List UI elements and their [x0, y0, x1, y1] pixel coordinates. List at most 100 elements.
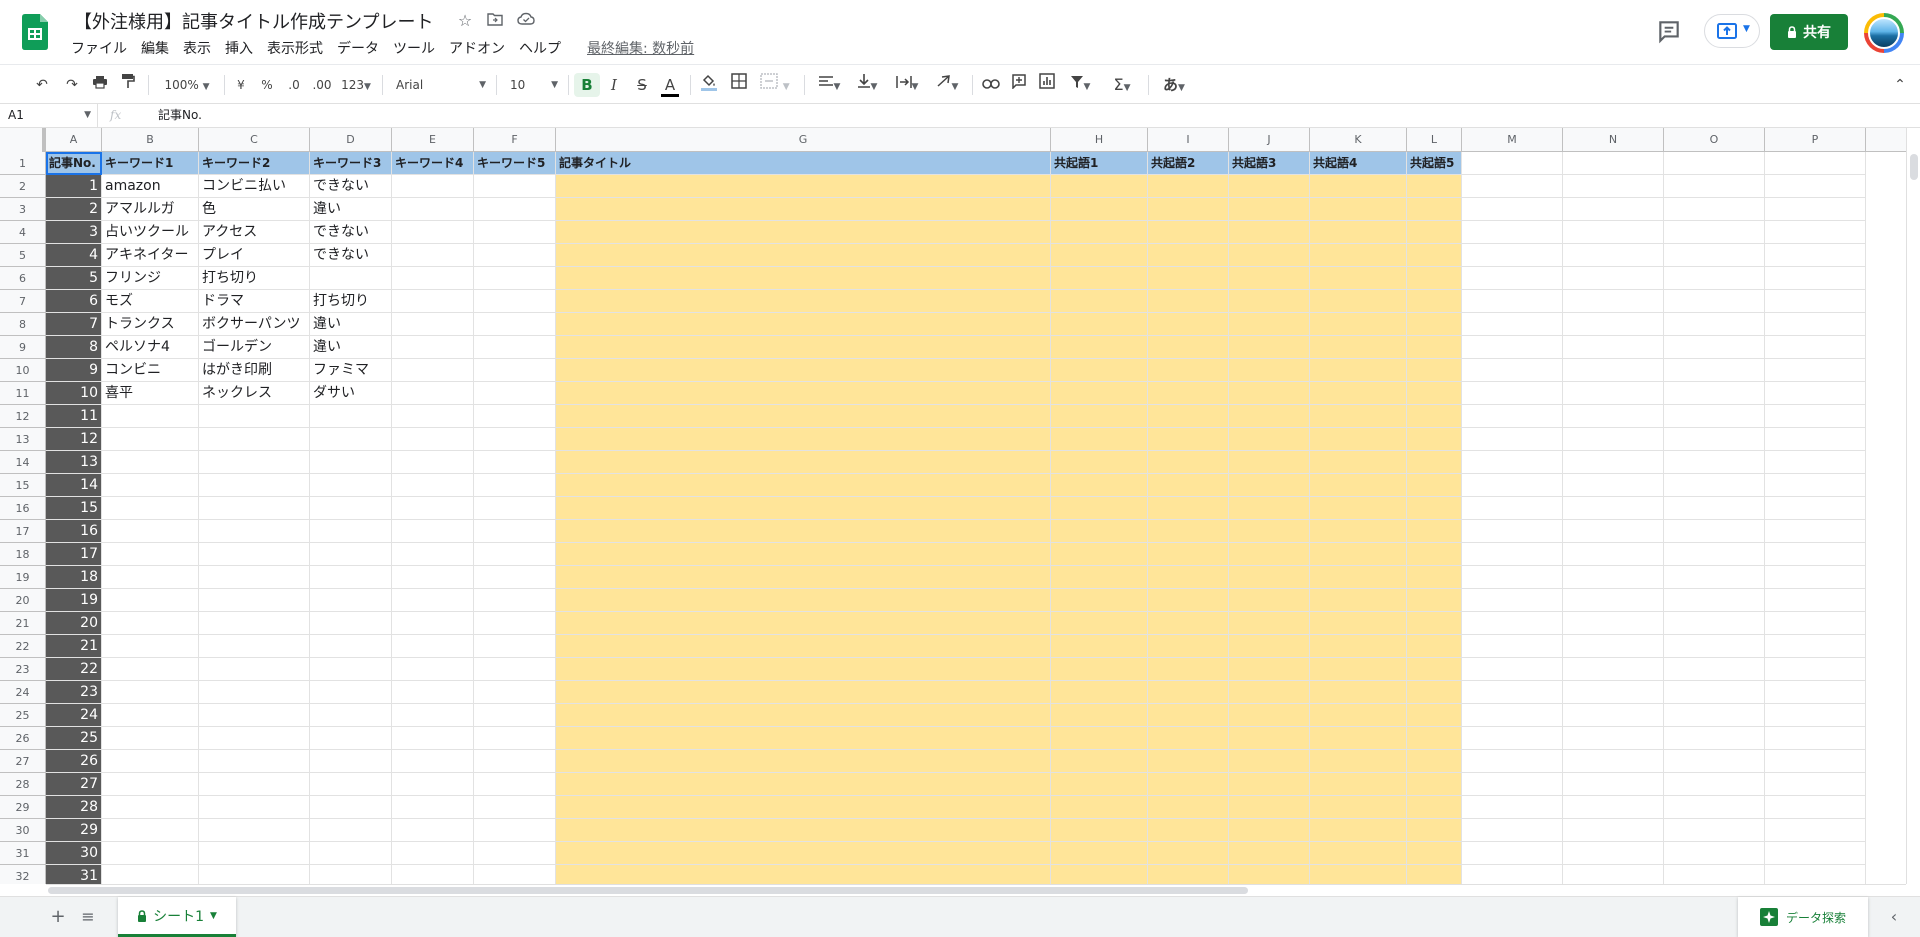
grid-cell[interactable] [474, 819, 556, 842]
grid-cell[interactable] [1664, 865, 1765, 884]
grid-cell[interactable] [392, 336, 474, 359]
row-header[interactable]: 30 [0, 819, 46, 842]
grid-cell[interactable] [474, 520, 556, 543]
keyword-cell[interactable] [102, 497, 199, 520]
grid-cell[interactable] [392, 221, 474, 244]
article-title-cell[interactable] [556, 405, 1051, 428]
keyword-cell[interactable] [310, 589, 392, 612]
keyword-cell[interactable] [199, 520, 310, 543]
column-header-i[interactable]: I [1148, 128, 1229, 152]
present-button[interactable]: ▼ [1704, 14, 1760, 48]
article-title-cell[interactable] [556, 842, 1051, 865]
percent-format-button[interactable]: % [258, 73, 276, 97]
grid-cell[interactable] [392, 589, 474, 612]
grid-cell[interactable] [1664, 359, 1765, 382]
grid-cell[interactable] [1563, 405, 1664, 428]
row-header[interactable]: 21 [0, 612, 46, 635]
row-header[interactable]: 23 [0, 658, 46, 681]
cooccurrence-cell[interactable] [1310, 290, 1407, 313]
increase-decimal-button[interactable]: .00 [308, 73, 336, 97]
grid-cell[interactable] [1563, 359, 1664, 382]
cooccurrence-cell[interactable] [1407, 382, 1462, 405]
row-header[interactable]: 6 [0, 267, 46, 290]
header-cell[interactable]: 記事No. [46, 152, 102, 175]
grid-cell[interactable] [1664, 704, 1765, 727]
cooccurrence-cell[interactable] [1310, 543, 1407, 566]
cooccurrence-cell[interactable] [1148, 727, 1229, 750]
grid-cell[interactable] [1664, 336, 1765, 359]
grid-cell[interactable] [474, 244, 556, 267]
row-header[interactable]: 22 [0, 635, 46, 658]
keyword-cell[interactable]: フリンジ [102, 267, 199, 290]
grid-cell[interactable] [474, 290, 556, 313]
grid-cell[interactable] [1664, 405, 1765, 428]
keyword-cell[interactable] [102, 658, 199, 681]
article-title-cell[interactable] [556, 428, 1051, 451]
grid-cell[interactable] [1765, 221, 1866, 244]
row-header[interactable]: 14 [0, 451, 46, 474]
keyword-cell[interactable] [199, 405, 310, 428]
header-cell[interactable]: 記事タイトル [556, 152, 1051, 175]
cooccurrence-cell[interactable] [1051, 543, 1148, 566]
article-title-cell[interactable] [556, 612, 1051, 635]
cooccurrence-cell[interactable] [1051, 175, 1148, 198]
sheets-logo-icon[interactable] [22, 14, 48, 50]
italic-button[interactable]: I [602, 73, 626, 97]
cooccurrence-cell[interactable] [1051, 244, 1148, 267]
grid-cell[interactable] [1462, 704, 1563, 727]
cooccurrence-cell[interactable] [1229, 773, 1310, 796]
grid-cell[interactable] [1664, 796, 1765, 819]
cooccurrence-cell[interactable] [1229, 359, 1310, 382]
keyword-cell[interactable] [310, 474, 392, 497]
grid-cell[interactable] [1462, 635, 1563, 658]
grid-cell[interactable] [1563, 244, 1664, 267]
strikethrough-button[interactable]: S [630, 73, 654, 97]
keyword-cell[interactable] [310, 267, 392, 290]
cooccurrence-cell[interactable] [1310, 244, 1407, 267]
grid-cell[interactable] [392, 405, 474, 428]
cooccurrence-cell[interactable] [1310, 175, 1407, 198]
grid-cell[interactable] [1765, 842, 1866, 865]
row-header[interactable]: 29 [0, 796, 46, 819]
grid-cell[interactable] [1664, 175, 1765, 198]
grid-cell[interactable] [474, 589, 556, 612]
keyword-cell[interactable] [102, 520, 199, 543]
grid-cell[interactable] [1765, 589, 1866, 612]
column-header-p[interactable]: P [1765, 128, 1866, 152]
cooccurrence-cell[interactable] [1051, 865, 1148, 884]
keyword-cell[interactable] [199, 865, 310, 884]
article-title-cell[interactable] [556, 451, 1051, 474]
grid-cell[interactable] [474, 681, 556, 704]
grid-cell[interactable] [1765, 520, 1866, 543]
cooccurrence-cell[interactable] [1229, 842, 1310, 865]
grid-cell[interactable] [392, 267, 474, 290]
grid-cell[interactable] [392, 543, 474, 566]
column-header-o[interactable]: O [1664, 128, 1765, 152]
cloud-saved-icon[interactable] [515, 10, 537, 32]
header-cell[interactable]: キーワード3 [310, 152, 392, 175]
grid-cell[interactable] [1563, 290, 1664, 313]
cooccurrence-cell[interactable] [1229, 451, 1310, 474]
cooccurrence-cell[interactable] [1407, 681, 1462, 704]
keyword-cell[interactable]: トランクス [102, 313, 199, 336]
grid-cell[interactable] [1765, 796, 1866, 819]
grid-cell[interactable] [392, 865, 474, 884]
bold-button[interactable]: B [574, 73, 600, 97]
grid-cell[interactable] [1563, 198, 1664, 221]
grid-cell[interactable] [474, 842, 556, 865]
keyword-cell[interactable] [102, 635, 199, 658]
cooccurrence-cell[interactable] [1051, 474, 1148, 497]
cooccurrence-cell[interactable] [1051, 221, 1148, 244]
keyword-cell[interactable] [199, 819, 310, 842]
article-number-cell[interactable]: 5 [46, 267, 102, 290]
grid-cell[interactable] [1664, 267, 1765, 290]
cooccurrence-cell[interactable] [1407, 865, 1462, 884]
row-header[interactable]: 11 [0, 382, 46, 405]
keyword-cell[interactable] [102, 865, 199, 884]
grid-cell[interactable] [474, 451, 556, 474]
keyword-cell[interactable]: 打ち切り [199, 267, 310, 290]
header-cell[interactable]: キーワード2 [199, 152, 310, 175]
cooccurrence-cell[interactable] [1310, 750, 1407, 773]
cooccurrence-cell[interactable] [1229, 865, 1310, 884]
cooccurrence-cell[interactable] [1407, 819, 1462, 842]
